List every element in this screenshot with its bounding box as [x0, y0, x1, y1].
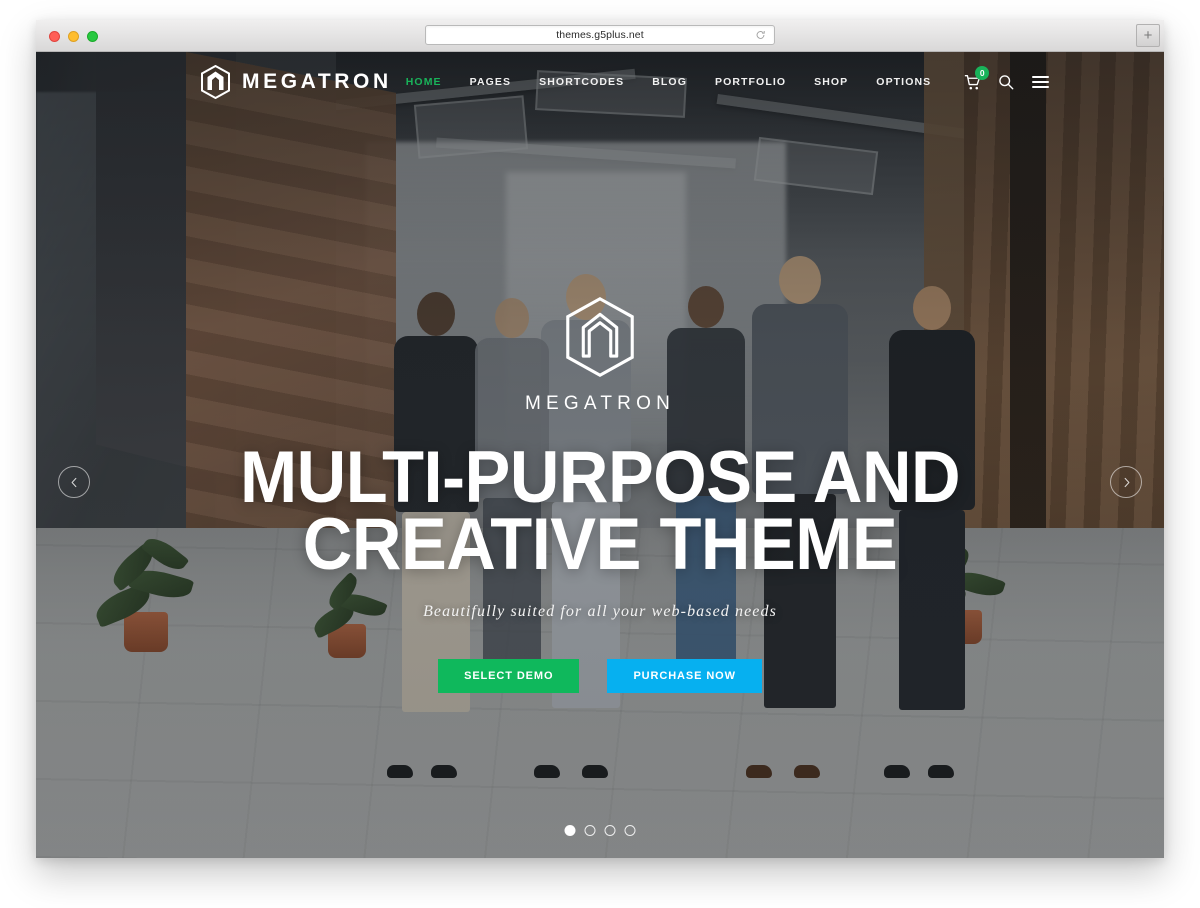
site-viewport: MEGATRON HOME PAGES SHORTCODES BLOG PORT… [36, 52, 1164, 858]
reload-icon[interactable] [755, 30, 766, 41]
browser-chrome-bar: themes.g5plus.net + [36, 20, 1164, 52]
browser-window: themes.g5plus.net + MEGATRON HOME PAGES … [36, 20, 1164, 858]
chevron-left-icon [71, 477, 76, 487]
select-demo-button[interactable]: SELECT DEMO [438, 659, 580, 694]
nav-item-shortcodes[interactable]: SHORTCODES [525, 76, 638, 88]
address-bar-url: themes.g5plus.net [556, 29, 644, 41]
slider-dot-3[interactable] [604, 825, 616, 836]
slider-dot-2[interactable] [584, 825, 596, 836]
zoom-window-button[interactable] [87, 31, 98, 42]
hamburger-menu-button[interactable] [1031, 73, 1049, 91]
cart-count-badge: 0 [975, 66, 990, 80]
main-navigation: HOME PAGES SHORTCODES BLOG PORTFOLIO SHO… [392, 66, 1164, 91]
purchase-now-button[interactable]: PURCHASE NOW [607, 659, 762, 694]
search-icon [999, 75, 1014, 90]
address-bar[interactable]: themes.g5plus.net [425, 25, 775, 45]
hamburger-menu-icon [1031, 73, 1049, 91]
slider-prev-button[interactable] [58, 466, 90, 498]
new-tab-button[interactable]: + [1136, 24, 1160, 47]
hero-action-buttons: SELECT DEMO PURCHASE NOW [438, 659, 762, 694]
nav-item-home[interactable]: HOME [392, 76, 456, 88]
chevron-right-icon [1124, 477, 1129, 487]
hero-background-image [36, 52, 1164, 858]
close-window-button[interactable] [49, 31, 60, 42]
search-button[interactable] [997, 73, 1015, 91]
nav-item-shop[interactable]: SHOP [800, 76, 862, 88]
cart-button[interactable]: 0 [963, 66, 990, 91]
slider-next-button[interactable] [1110, 466, 1142, 498]
slider-dot-4[interactable] [624, 825, 636, 836]
nav-item-pages[interactable]: PAGES [456, 76, 525, 88]
slider-pagination [564, 825, 636, 836]
nav-item-portfolio[interactable]: PORTFOLIO [701, 76, 800, 88]
nav-item-options[interactable]: OPTIONS [862, 76, 945, 88]
slider-dot-1[interactable] [564, 825, 576, 836]
window-traffic-lights [49, 31, 98, 42]
minimize-window-button[interactable] [68, 31, 79, 42]
brand-logo[interactable]: MEGATRON [200, 65, 392, 99]
brand-name: MEGATRON [242, 70, 392, 93]
nav-item-blog[interactable]: BLOG [638, 76, 701, 88]
megatron-hexagon-logo-icon [201, 65, 230, 99]
header-icon-group: 0 [963, 66, 1049, 91]
site-header: MEGATRON HOME PAGES SHORTCODES BLOG PORT… [36, 52, 1164, 112]
